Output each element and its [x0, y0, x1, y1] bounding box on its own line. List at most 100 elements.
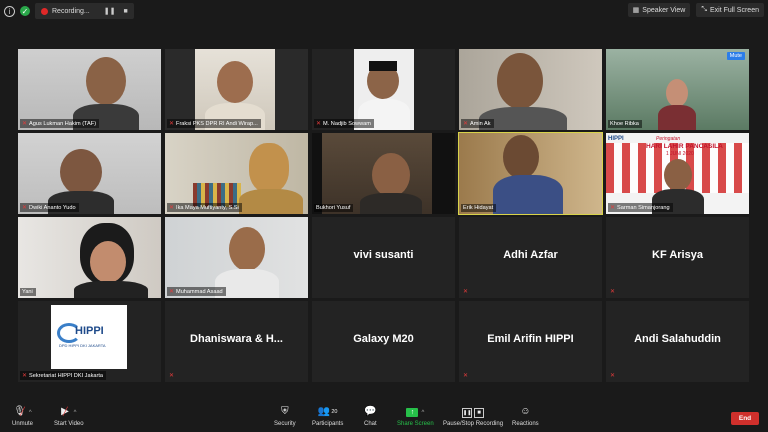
exit-fullscreen-icon: ⤡	[701, 6, 707, 13]
exit-full-screen-button[interactable]: ⤡ Exit Full Screen	[696, 3, 764, 17]
shield-icon: ⛨	[281, 406, 289, 417]
participant-tile[interactable]: ✕ Dwiki Ananto Yudo	[18, 133, 161, 214]
grid-icon: ▦	[632, 7, 640, 14]
participant-tile[interactable]: Emil Arifin HIPPI ✕	[459, 301, 602, 382]
participant-tile[interactable]: HIPPI DPD HIPPI DKI JAKARTA ✕ Sekretariat…	[18, 301, 161, 382]
participant-name: Erik Hidayat	[461, 204, 497, 212]
participant-tile[interactable]: vivi susanti	[312, 217, 455, 298]
participant-name: ✕ Sarman Simanjorang	[608, 203, 673, 212]
mute-button[interactable]: Mute	[726, 52, 745, 60]
mic-muted-icon: ✕	[169, 373, 175, 379]
participant-name: ✕ Dwiki Ananto Yudo	[20, 203, 79, 212]
hippi-logo: HIPPI DPD HIPPI DKI JAKARTA	[51, 305, 127, 369]
mic-muted-icon: ✕	[169, 121, 175, 127]
participant-tile[interactable]: Yani	[18, 217, 161, 298]
participant-display-name: vivi susanti	[353, 249, 414, 261]
meeting-toolbar: 🎙╱ ^ Unmute ▶╱ ^ Start Video ⛨ Security 👥2…	[0, 400, 768, 432]
participant-video	[664, 159, 692, 191]
participant-display-name: Emil Arifin HIPPI	[487, 333, 574, 345]
participant-video	[372, 153, 410, 197]
chat-bubble-icon: 💬	[364, 406, 377, 417]
participant-video	[497, 53, 543, 109]
participant-name: ✕ Muhammad Asaad	[167, 287, 226, 296]
smiley-plus-icon: ☺	[520, 406, 531, 417]
unmute-button[interactable]: 🎙╱ ^ Unmute	[12, 406, 33, 427]
pause-stop-recording-button[interactable]: ❚❚ ■ Pause/Stop Recording	[443, 406, 503, 427]
share-screen-icon: ↑ ^	[406, 406, 424, 418]
end-meeting-button[interactable]: End	[731, 412, 759, 425]
participant-video	[90, 241, 126, 283]
participant-video	[229, 227, 265, 271]
participant-name: Khoe Ribka	[608, 120, 642, 128]
peci-hat	[369, 61, 397, 71]
chat-button[interactable]: 💬 Chat	[364, 406, 377, 427]
recording-label: Recording...	[52, 7, 90, 15]
share-screen-button[interactable]: ↑ ^ Share Screen	[397, 406, 434, 427]
participant-tile[interactable]: ✕ M. Nadjib Sowwam	[312, 49, 455, 130]
participant-video	[86, 57, 126, 105]
participants-button[interactable]: 👥20 Participants	[312, 406, 343, 427]
stop-icon[interactable]: ■	[123, 8, 127, 15]
participant-name: ✕ Sekretariat HIPPI DKI Jakarta	[20, 371, 107, 380]
start-video-button[interactable]: ▶╱ ^ Start Video	[54, 406, 84, 427]
record-dot-icon	[41, 7, 48, 15]
participant-tile[interactable]: HIPPI Peringatan HARI LAHIR PANCASILA 1 …	[606, 133, 749, 214]
participant-video	[503, 135, 539, 179]
participant-display-name: KF Arisya	[652, 249, 703, 261]
mic-muted-icon: ✕	[463, 373, 469, 379]
participant-video	[217, 61, 253, 103]
participant-display-name: Adhi Azfar	[503, 249, 558, 261]
participant-tile[interactable]: Andi Salahuddin ✕	[606, 301, 749, 382]
participant-tile[interactable]: ✕ Agus Lukman Hakim (TAF)	[18, 49, 161, 130]
participant-display-name: Galaxy M20	[353, 333, 414, 345]
participant-name: Yani	[20, 288, 36, 296]
participant-tile[interactable]: KF Arisya ✕	[606, 217, 749, 298]
mic-muted-icon: ✕	[610, 373, 616, 379]
participant-video	[60, 149, 102, 195]
participant-tile[interactable]: Bukhori Yusuf	[312, 133, 455, 214]
mic-muted-icon: ✕	[316, 121, 322, 127]
video-grid: ✕ Agus Lukman Hakim (TAF) ✕ Fraksi PKS DPR…	[18, 49, 750, 383]
mic-muted-icon: ✕	[610, 289, 616, 295]
mic-muted-icon: ✕	[22, 205, 28, 211]
participant-name: Bukhori Yusuf	[314, 204, 354, 212]
video-off-icon: ▶╱ ^	[61, 406, 77, 417]
security-button[interactable]: ⛨ Security	[274, 406, 296, 427]
participant-tile[interactable]: ✕ Fraksi PKS DPR RI Andi Wirap...	[165, 49, 308, 130]
participant-display-name: Andi Salahuddin	[634, 333, 721, 345]
mic-muted-icon: 🎙╱ ^	[13, 406, 32, 417]
speaker-view-button[interactable]: ▦ Speaker View	[627, 3, 691, 17]
pause-icon[interactable]: ❚❚	[104, 7, 116, 15]
top-bar: i ✓ Recording... ❚❚ ■ ▦ Speaker View ⤡ E…	[0, 0, 768, 20]
participant-video	[666, 79, 688, 107]
mic-muted-icon: ✕	[22, 121, 28, 127]
pause-stop-icon: ❚❚ ■	[462, 406, 485, 418]
participant-name: ✕ Amin Ak	[461, 119, 494, 128]
participants-count: 20	[331, 409, 338, 415]
poster-title: HARI LAHIR PANCASILA	[646, 143, 723, 150]
participant-tile[interactable]: ✕ Amin Ak	[459, 49, 602, 130]
shield-check-icon[interactable]: ✓	[20, 6, 30, 16]
participant-tile[interactable]: Adhi Azfar ✕	[459, 217, 602, 298]
participant-name: ✕ Fraksi PKS DPR RI Andi Wirap...	[167, 119, 261, 128]
mic-muted-icon: ✕	[463, 289, 469, 295]
people-icon: 👥20	[317, 406, 338, 417]
info-icon[interactable]: i	[4, 5, 15, 17]
mic-muted-icon: ✕	[463, 121, 469, 127]
mic-muted-icon: ✕	[22, 373, 28, 379]
participant-tile-active-speaker[interactable]: Erik Hidayat	[458, 132, 603, 215]
participant-tile[interactable]: ✕ Ika Maya Muftiyanty, S.Si	[165, 133, 308, 214]
participant-video	[249, 143, 289, 193]
participant-tile[interactable]: Galaxy M20	[312, 301, 455, 382]
participant-tile[interactable]: Mute Khoe Ribka	[606, 49, 749, 130]
participant-tile[interactable]: ✕ Muhammad Asaad	[165, 217, 308, 298]
mic-muted-icon: ✕	[610, 205, 616, 211]
hippi-small-logo: HIPPI	[608, 136, 624, 142]
reactions-button[interactable]: ☺ Reactions	[512, 406, 539, 427]
mic-muted-icon: ✕	[169, 205, 175, 211]
mic-muted-icon: ✕	[169, 289, 175, 295]
participant-name: ✕ M. Nadjib Sowwam	[314, 119, 374, 128]
participant-tile[interactable]: Dhaniswara & H... ✕	[165, 301, 308, 382]
participant-name: ✕ Ika Maya Muftiyanty, S.Si	[167, 203, 242, 212]
recording-indicator: Recording... ❚❚ ■	[35, 3, 134, 19]
